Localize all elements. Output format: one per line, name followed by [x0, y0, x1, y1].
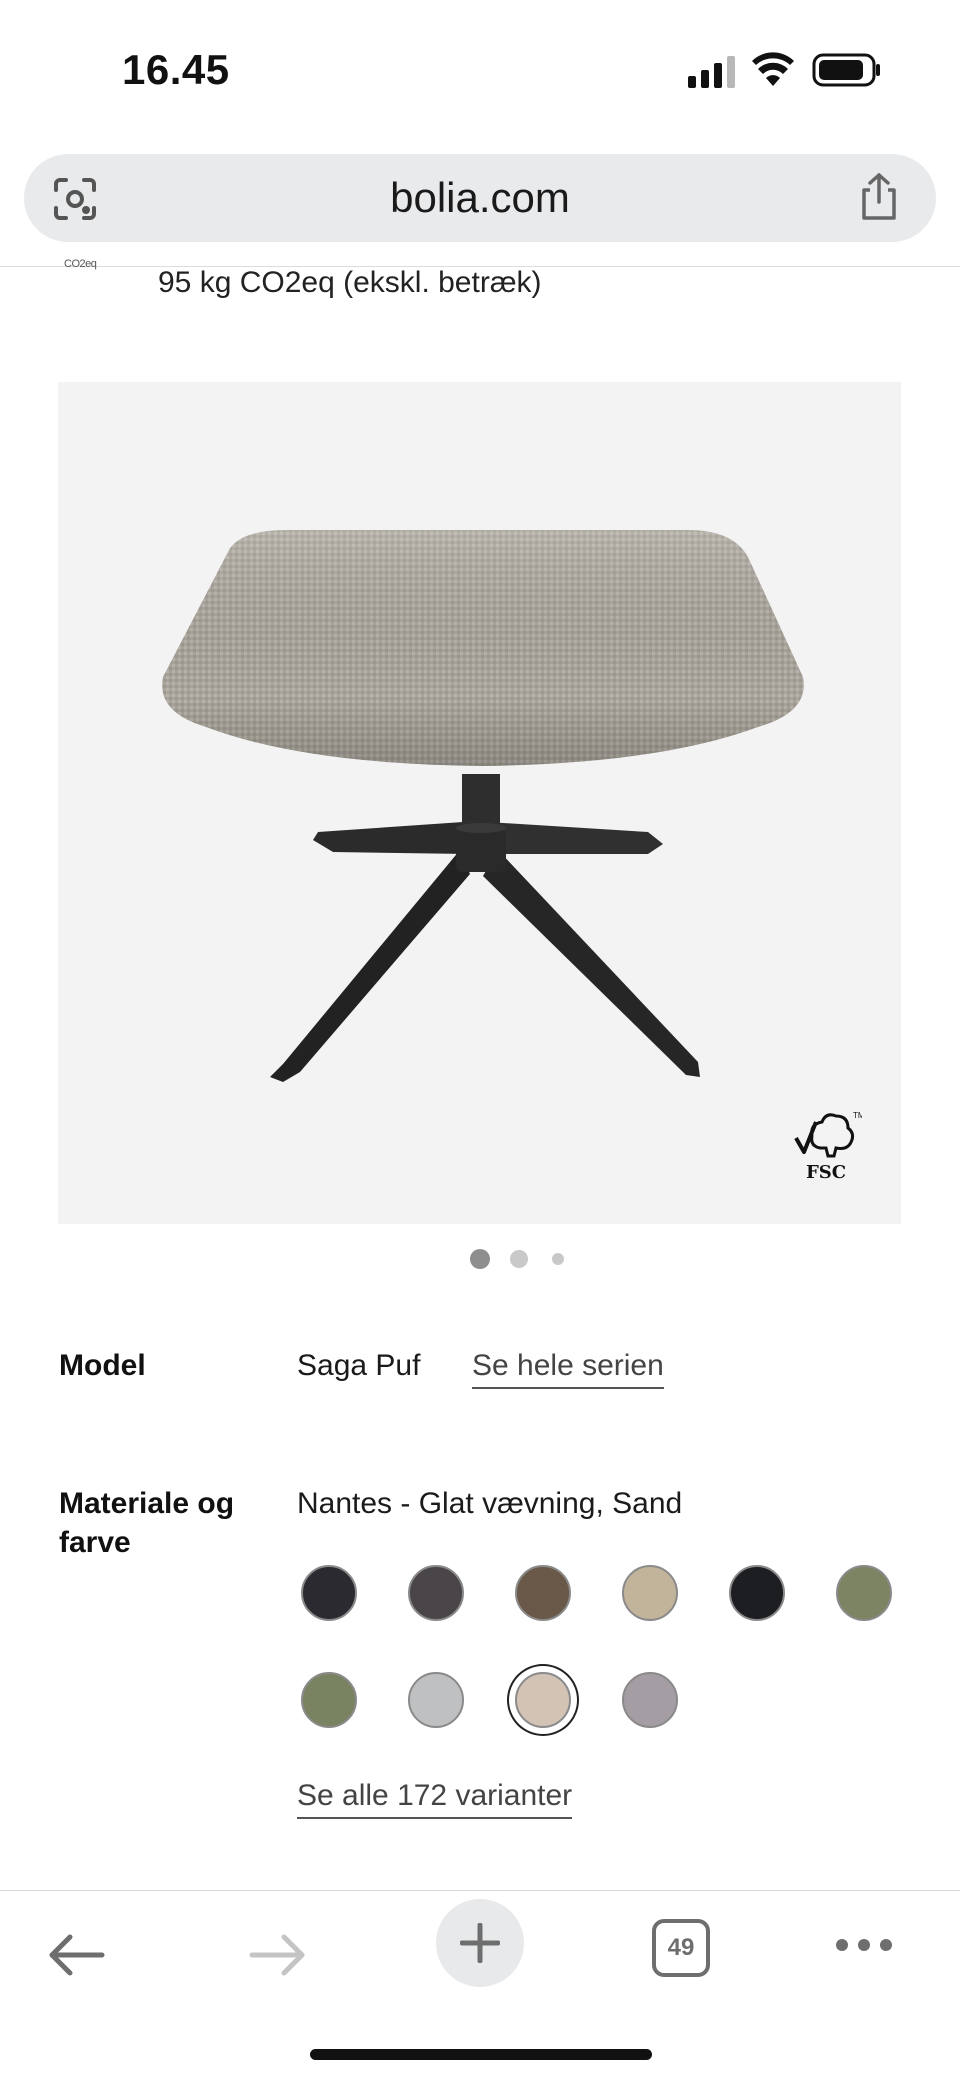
- swatch-8[interactable]: [408, 1672, 464, 1728]
- carousel-dot-1[interactable]: [470, 1249, 490, 1269]
- more-dots-icon[interactable]: [834, 1935, 894, 1955]
- see-full-series-link[interactable]: Se hele serien: [472, 1346, 664, 1389]
- cellular-signal-icon: [688, 56, 735, 88]
- status-time: 16.45: [122, 46, 230, 93]
- svg-text:TM: TM: [853, 1111, 862, 1120]
- fsc-label: FSC: [805, 1162, 847, 1183]
- tab-count: 49: [667, 1934, 695, 1961]
- model-label: Model: [59, 1349, 146, 1382]
- material-label: Materiale og farve: [59, 1487, 235, 1559]
- footstool-image: [162, 530, 804, 1082]
- status-bar: 16.45: [0, 0, 960, 140]
- plus-icon: [460, 1923, 500, 1963]
- forward-arrow-icon[interactable]: [246, 1927, 310, 1983]
- tabs-button[interactable]: 49: [652, 1919, 710, 1977]
- swatch-6[interactable]: [836, 1565, 892, 1621]
- url-text[interactable]: bolia.com: [24, 174, 936, 222]
- wifi-icon: [752, 52, 794, 86]
- swatch-1[interactable]: [301, 1565, 357, 1621]
- model-value: Saga Puf: [297, 1349, 421, 1382]
- swatch-3[interactable]: [515, 1565, 571, 1621]
- swatch-7[interactable]: [301, 1672, 357, 1728]
- home-indicator: [310, 2049, 652, 2060]
- carousel-dot-3[interactable]: [552, 1253, 564, 1265]
- fsc-tree-icon: TM: [794, 1111, 865, 1158]
- see-all-variants-link[interactable]: Se alle 172 varianter: [297, 1776, 573, 1819]
- share-icon[interactable]: [856, 172, 902, 222]
- swatch-5[interactable]: [729, 1565, 785, 1621]
- back-arrow-icon[interactable]: [44, 1927, 108, 1983]
- swatch-9-selected[interactable]: [515, 1672, 571, 1728]
- swatch-10[interactable]: [622, 1672, 678, 1728]
- battery-icon: [812, 53, 880, 87]
- fsc-logo: TM FSC: [790, 1108, 865, 1188]
- swatch-2[interactable]: [408, 1565, 464, 1621]
- co2-footprint-text: 95 kg CO2eq (ekskl. betræk): [158, 266, 542, 299]
- co2-icon: CO2eq: [64, 258, 97, 270]
- swatch-4[interactable]: [622, 1565, 678, 1621]
- new-tab-button[interactable]: [436, 1899, 524, 1987]
- product-image[interactable]: [58, 382, 901, 1224]
- address-bar[interactable]: bolia.com: [24, 154, 936, 242]
- carousel-dot-2[interactable]: [510, 1250, 528, 1268]
- material-value: Nantes - Glat vævning, Sand: [297, 1487, 683, 1520]
